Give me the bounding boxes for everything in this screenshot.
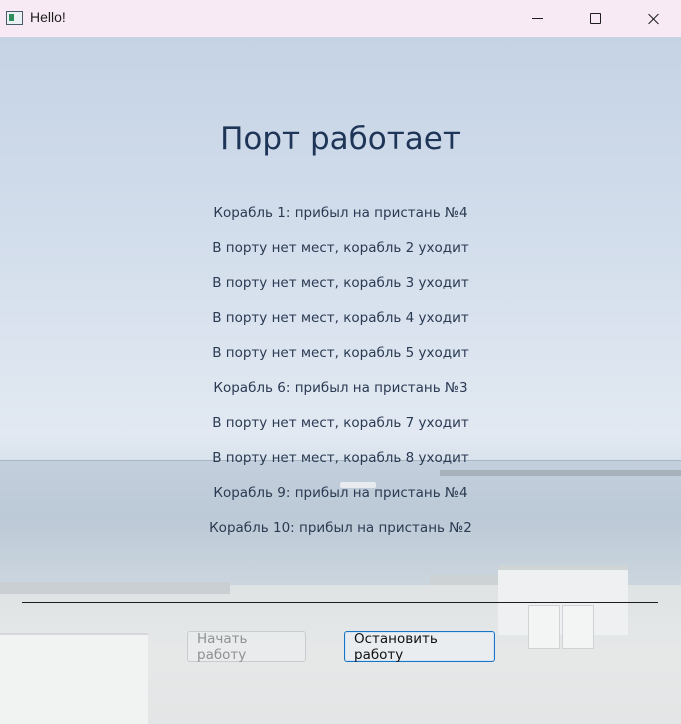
list-item: В порту нет мест, корабль 7 уходит <box>212 415 469 431</box>
stop-work-button[interactable]: Остановить работу <box>344 631 495 663</box>
list-item: Корабль 10: прибыл на пристань №2 <box>209 520 472 536</box>
list-item: В порту нет мест, корабль 8 уходит <box>212 450 469 466</box>
list-item: В порту нет мест, корабль 3 уходит <box>212 275 469 291</box>
minimize-icon <box>531 18 543 19</box>
minimize-button[interactable] <box>508 0 566 37</box>
close-button[interactable] <box>624 0 681 37</box>
page-title: Порт работает <box>220 121 461 157</box>
divider <box>22 602 658 603</box>
close-icon <box>647 13 659 25</box>
app-icon <box>6 11 23 25</box>
list-item: Корабль 6: прибыл на пристань №3 <box>213 380 468 396</box>
list-item: В порту нет мест, корабль 5 уходит <box>212 345 469 361</box>
list-item: Корабль 9: прибыл на пристань №4 <box>213 485 468 501</box>
message-list: Корабль 1: прибыл на пристань №4 В порту… <box>0 204 681 554</box>
main-content: Порт работает Корабль 1: прибыл на прист… <box>0 37 681 724</box>
pier <box>0 582 230 594</box>
maximize-button[interactable] <box>566 0 624 37</box>
list-item: Корабль 1: прибыл на пристань №4 <box>213 205 468 221</box>
kiosk <box>562 605 594 649</box>
window-title: Hello! <box>30 9 66 25</box>
maximize-icon <box>589 13 601 24</box>
start-work-button[interactable]: Начать работу <box>187 631 306 663</box>
kiosk <box>528 605 560 649</box>
list-item: В порту нет мест, корабль 2 уходит <box>212 240 469 256</box>
building-left <box>0 633 148 724</box>
title-bar: Hello! <box>0 0 681 37</box>
list-item: В порту нет мест, корабль 4 уходит <box>212 310 469 326</box>
